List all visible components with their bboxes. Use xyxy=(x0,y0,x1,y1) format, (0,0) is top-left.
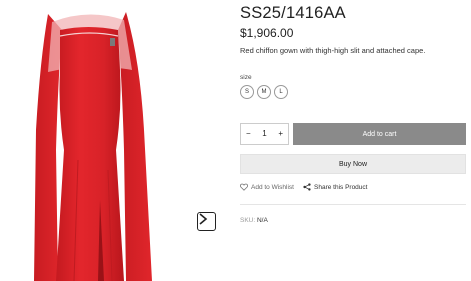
product-price: $1,906.00 xyxy=(240,26,294,40)
share-label: Share this Product xyxy=(314,183,368,191)
next-image-button[interactable] xyxy=(197,212,216,231)
sku-row: SKU: N/A xyxy=(240,217,268,224)
share-icon xyxy=(303,183,311,191)
product-title: SS25/1416AA xyxy=(240,4,346,22)
size-option-s[interactable]: S xyxy=(240,85,254,99)
size-option-m[interactable]: M xyxy=(257,85,271,99)
divider xyxy=(240,204,466,205)
product-description: Red chiffon gown with thigh-high slit an… xyxy=(240,46,426,55)
quantity-value[interactable]: 1 xyxy=(262,130,266,138)
decrease-quantity-button[interactable]: − xyxy=(246,130,251,138)
share-product-link[interactable]: Share this Product xyxy=(303,183,367,191)
heart-icon xyxy=(240,183,248,191)
product-actions: Add to Wishlist Share this Product xyxy=(240,183,367,191)
product-image xyxy=(34,12,152,281)
increase-quantity-button[interactable]: + xyxy=(278,130,283,138)
product-image-gallery xyxy=(0,0,230,281)
sku-value: N/A xyxy=(256,217,268,224)
wishlist-label: Add to Wishlist xyxy=(251,183,294,191)
add-to-wishlist-link[interactable]: Add to Wishlist xyxy=(240,183,294,191)
size-selector: S M L xyxy=(240,85,288,99)
add-to-cart-button[interactable]: Add to cart xyxy=(293,123,466,145)
buy-now-button[interactable]: Buy Now xyxy=(240,154,466,174)
sku-label: SKU: xyxy=(240,217,256,224)
size-label: size xyxy=(240,74,252,81)
quantity-stepper: − 1 + xyxy=(240,123,289,145)
size-option-l[interactable]: L xyxy=(274,85,288,99)
chevron-right-icon xyxy=(199,213,208,225)
